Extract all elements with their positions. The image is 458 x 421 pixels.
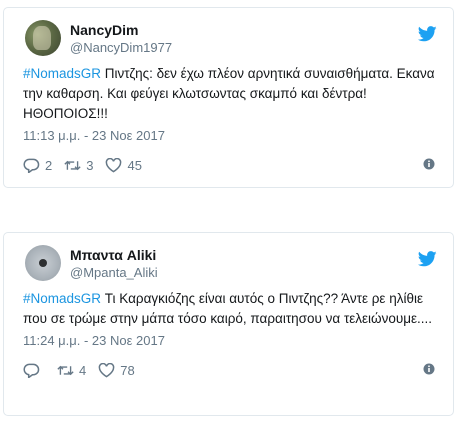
reply-button[interactable]: 2 <box>23 158 52 173</box>
reply-count: 2 <box>45 157 53 173</box>
info-icon[interactable] <box>423 158 435 170</box>
reply-button[interactable] <box>23 363 45 378</box>
user-handle[interactable]: @Mpanta_Aliki <box>70 265 158 281</box>
twitter-bird-icon[interactable] <box>418 251 437 267</box>
display-name[interactable]: NancyDim <box>70 22 172 38</box>
retweet-button[interactable]: 4 <box>57 363 86 378</box>
author-names[interactable]: Mπαντα Aliki @Mpanta_Aliki <box>70 247 158 281</box>
like-icon <box>98 362 115 377</box>
retweet-button[interactable]: 3 <box>64 158 93 173</box>
like-count: 78 <box>120 362 135 378</box>
tweet-timestamp[interactable]: 11:13 μ.μ. - 23 Νοε 2017 <box>23 128 453 144</box>
like-button[interactable]: 45 <box>105 157 142 173</box>
like-icon <box>106 157 122 172</box>
retweet-icon <box>57 365 74 375</box>
avatar[interactable] <box>25 245 61 281</box>
tweet-timestamp[interactable]: 11:24 μ.μ. - 23 Νοε 2017 <box>23 333 453 349</box>
reply-icon <box>23 363 40 378</box>
like-count: 45 <box>127 157 142 173</box>
author-names[interactable]: NancyDim @NancyDim1977 <box>70 22 172 56</box>
tweet-card[interactable]: NancyDim @NancyDim1977 #NomadsGR Πιντζης… <box>3 7 454 188</box>
display-name[interactable]: Mπαντα Aliki <box>70 247 158 263</box>
tweet-actions: 4 78 <box>23 360 453 380</box>
reply-icon <box>23 158 40 173</box>
tweet-card[interactable]: Mπαντα Aliki @Mpanta_Aliki #NomadsGR Τι … <box>3 232 454 416</box>
retweet-count: 4 <box>79 362 87 378</box>
like-button[interactable]: 78 <box>98 362 135 378</box>
info-icon[interactable] <box>423 363 435 375</box>
tweet-header: NancyDim @NancyDim1977 <box>23 8 453 64</box>
avatar[interactable] <box>25 20 61 56</box>
tweet-actions: 2 3 45 <box>23 155 453 175</box>
hashtag-link[interactable]: #NomadsGR <box>23 66 101 81</box>
twitter-bird-icon[interactable] <box>418 26 437 42</box>
tweet-header: Mπαντα Aliki @Mpanta_Aliki <box>23 233 453 289</box>
hashtag-link[interactable]: #NomadsGR <box>23 291 101 306</box>
retweet-count: 3 <box>86 157 94 173</box>
tweet-text: #NomadsGR Πιντζης: δεν έχω πλέον αρνητικ… <box>23 64 453 124</box>
retweet-icon <box>64 160 81 170</box>
user-handle[interactable]: @NancyDim1977 <box>70 40 172 56</box>
tweet-text: #NomadsGR Τι Καραγκιόζης είναι αυτός ο Π… <box>23 289 453 329</box>
